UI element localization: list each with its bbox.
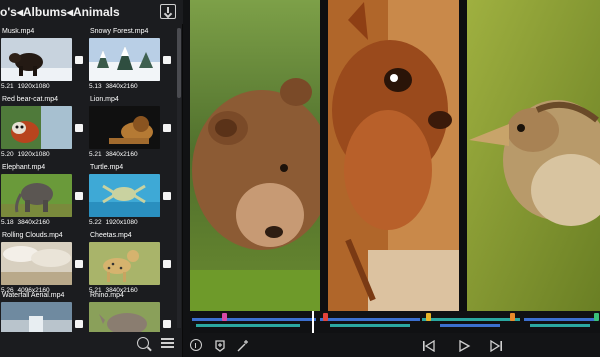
media-thumbnail[interactable]: [1, 174, 72, 217]
timeline-marker[interactable]: [426, 313, 431, 321]
media-item-name: Elephant.mp4: [2, 164, 46, 171]
breadcrumb-albums[interactable]: Albums: [23, 5, 67, 19]
editor-toolbar: [190, 333, 600, 357]
timeline-marker[interactable]: [594, 313, 599, 321]
media-thumbnail[interactable]: [1, 302, 72, 332]
timeline-track-segment[interactable]: [530, 324, 590, 327]
list-icon[interactable]: [161, 337, 174, 349]
media-thumbnail[interactable]: [1, 38, 72, 81]
timeline-track-segment[interactable]: [320, 318, 420, 321]
media-item-name: Musk.mp4: [2, 28, 35, 35]
previous-icon[interactable]: [422, 339, 436, 353]
media-item[interactable]: Elephant.mp4 5.18 3840x2160: [0, 164, 88, 230]
playhead[interactable]: [312, 311, 314, 333]
preview-clip-bear[interactable]: [190, 0, 320, 311]
select-checkbox[interactable]: [163, 192, 171, 200]
timeline-marker[interactable]: [222, 313, 227, 321]
timeline-track-segment[interactable]: [330, 324, 410, 327]
media-item-name: Waterfall Aerial.mp4: [2, 292, 65, 299]
timeline-marker[interactable]: [323, 313, 328, 321]
media-thumbnail[interactable]: [89, 106, 160, 149]
timeline-track-segment[interactable]: [422, 318, 520, 321]
timeline-track-segment[interactable]: [524, 318, 596, 321]
timeline[interactable]: [190, 311, 600, 333]
media-item[interactable]: Cheetas.mp4 5.21 3840x2160: [88, 232, 176, 298]
media-browser: o's◂Albums◂Animals Musk.mp4 5.21 1920x10…: [0, 0, 183, 357]
select-checkbox[interactable]: [163, 260, 171, 268]
preview-clip-squirrel[interactable]: [328, 0, 459, 311]
scrollbar-thumb[interactable]: [177, 28, 181, 98]
media-item-name: Red bear-cat.mp4: [2, 96, 59, 103]
media-item[interactable]: Waterfall Aerial.mp4: [0, 292, 88, 332]
media-item-meta: 5.21 1920x1080: [1, 83, 50, 90]
add-marker-icon[interactable]: [215, 339, 225, 352]
select-checkbox[interactable]: [163, 56, 171, 64]
media-item[interactable]: Lion.mp4 5.21 3840x2160: [88, 96, 176, 162]
media-item-meta: 5.22 1920x1080: [89, 219, 138, 226]
media-item-meta: 5.18 3840x2160: [1, 219, 50, 226]
select-checkbox[interactable]: [163, 124, 171, 132]
preview-canvas[interactable]: [190, 0, 600, 311]
media-item[interactable]: Red bear-cat.mp4 5.20 1920x1080: [0, 96, 88, 162]
timeline-track-segment[interactable]: [192, 318, 316, 321]
media-item[interactable]: Rolling Clouds.mp4 5.26 4096x2160: [0, 232, 88, 298]
media-item[interactable]: Snowy Forest.mp4 5.13 3840x2160: [88, 28, 176, 94]
import-icon[interactable]: [160, 4, 176, 19]
browser-scrollbar[interactable]: [177, 28, 181, 328]
select-checkbox[interactable]: [75, 260, 83, 268]
media-thumbnail[interactable]: [89, 38, 160, 81]
media-item-name: Rolling Clouds.mp4: [2, 232, 63, 239]
media-item-meta: 5.13 3840x2160: [89, 83, 138, 90]
next-icon[interactable]: [489, 339, 503, 353]
media-item-meta: 5.20 1920x1080: [1, 151, 50, 158]
media-item[interactable]: Turtle.mp4 5.22 1920x1080: [88, 164, 176, 230]
effects-icon[interactable]: [236, 339, 250, 352]
media-thumbnail[interactable]: [89, 242, 160, 285]
select-checkbox[interactable]: [163, 320, 171, 328]
breadcrumb-photos[interactable]: o's: [0, 5, 17, 19]
browser-header: o's◂Albums◂Animals: [0, 0, 183, 24]
select-checkbox[interactable]: [75, 56, 83, 64]
media-item-name: Rhino.mp4: [90, 292, 124, 299]
browser-footer: [0, 333, 183, 357]
media-thumbnail[interactable]: [1, 242, 72, 285]
media-thumbnail[interactable]: [1, 106, 72, 149]
search-icon[interactable]: [137, 337, 149, 349]
media-grid: Musk.mp4 5.21 1920x1080 Snowy Forest.mp4: [0, 28, 176, 332]
media-item-name: Lion.mp4: [90, 96, 119, 103]
select-checkbox[interactable]: [75, 124, 83, 132]
media-item-meta: 5.21 3840x2160: [89, 151, 138, 158]
timeline-marker[interactable]: [510, 313, 515, 321]
media-item-name: Cheetas.mp4: [90, 232, 132, 239]
play-icon[interactable]: [457, 339, 471, 353]
media-item[interactable]: Musk.mp4 5.21 1920x1080: [0, 28, 88, 94]
timeline-track-segment[interactable]: [196, 324, 300, 327]
media-thumbnail[interactable]: [89, 302, 160, 332]
clip-divider[interactable]: [459, 0, 467, 311]
media-thumbnail[interactable]: [89, 174, 160, 217]
select-checkbox[interactable]: [75, 320, 83, 328]
breadcrumb[interactable]: o's◂Albums◂Animals: [0, 5, 140, 19]
select-checkbox[interactable]: [75, 192, 83, 200]
preview-clip-sparrow[interactable]: [467, 0, 600, 311]
info-icon[interactable]: [190, 339, 202, 351]
timeline-track-segment[interactable]: [440, 324, 500, 327]
media-item-name: Snowy Forest.mp4: [90, 28, 149, 35]
media-item[interactable]: Rhino.mp4: [88, 292, 176, 332]
media-item-name: Turtle.mp4: [90, 164, 124, 171]
breadcrumb-animals[interactable]: Animals: [73, 5, 120, 19]
clip-divider[interactable]: [320, 0, 328, 311]
